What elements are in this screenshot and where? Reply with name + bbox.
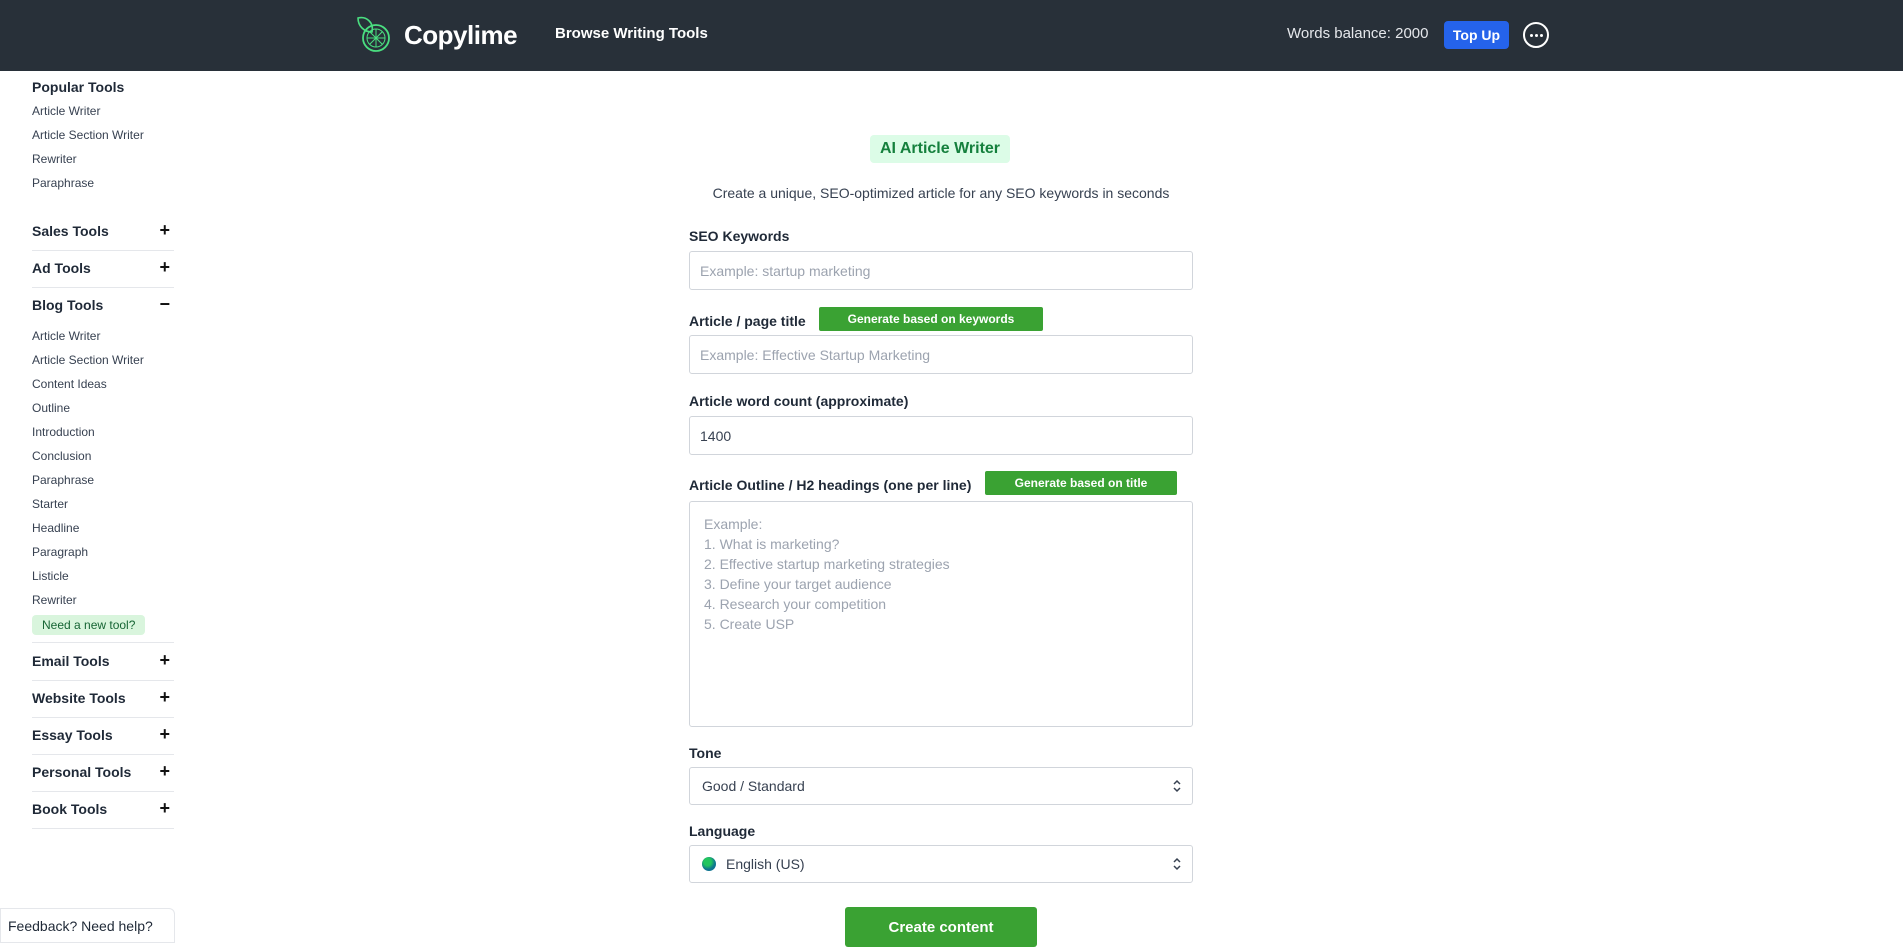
blog-item-paragraph[interactable]: Paragraph [32, 545, 88, 559]
article-title-label: Article / page title [689, 313, 806, 329]
blog-item-introduction[interactable]: Introduction [32, 425, 95, 439]
expand-icon[interactable]: + [159, 724, 170, 745]
top-up-button[interactable]: Top Up [1444, 21, 1509, 49]
category-email-tools[interactable]: Email Tools + [32, 644, 174, 681]
word-count-input[interactable] [689, 416, 1193, 455]
outline-textarea[interactable]: Example: 1. What is marketing? 2. Effect… [689, 501, 1193, 727]
expand-icon[interactable]: + [159, 257, 170, 278]
category-label[interactable]: Blog Tools [32, 297, 103, 313]
sidebar-item-paraphrase[interactable]: Paraphrase [32, 176, 94, 190]
blog-item-listicle[interactable]: Listicle [32, 569, 69, 583]
divider [32, 642, 174, 643]
logo-text: Copylime [404, 19, 518, 50]
category-label[interactable]: Book Tools [32, 801, 107, 817]
language-value: English (US) [726, 856, 805, 872]
expand-icon[interactable]: + [159, 650, 170, 671]
expand-icon[interactable]: + [159, 220, 170, 241]
category-ad-tools[interactable]: Ad Tools + [32, 251, 174, 288]
generate-based-on-title-button[interactable]: Generate based on title [985, 471, 1177, 495]
select-chevron-icon [1173, 857, 1181, 871]
blog-item-headline[interactable]: Headline [32, 521, 79, 535]
generate-based-on-keywords-button[interactable]: Generate based on keywords [819, 307, 1043, 331]
blog-item-conclusion[interactable]: Conclusion [32, 449, 91, 463]
category-essay-tools[interactable]: Essay Tools + [32, 718, 174, 755]
create-content-button[interactable]: Create content [845, 907, 1037, 947]
logo[interactable]: Copylime [352, 14, 518, 56]
blog-item-article-writer[interactable]: Article Writer [32, 329, 100, 343]
blog-item-rewriter[interactable]: Rewriter [32, 593, 77, 607]
category-book-tools[interactable]: Book Tools + [32, 792, 174, 829]
expand-icon[interactable]: + [159, 798, 170, 819]
feedback-help-button[interactable]: Feedback? Need help? [0, 908, 175, 943]
expand-icon[interactable]: + [159, 761, 170, 782]
browse-writing-tools-link[interactable]: Browse Writing Tools [555, 25, 708, 42]
more-options-icon[interactable] [1523, 22, 1549, 48]
collapse-icon[interactable]: − [159, 294, 170, 315]
blog-item-article-section-writer[interactable]: Article Section Writer [32, 353, 144, 367]
category-label[interactable]: Personal Tools [32, 764, 131, 780]
blog-item-outline[interactable]: Outline [32, 401, 70, 415]
words-balance: Words balance: 2000 [1287, 25, 1429, 42]
category-label[interactable]: Sales Tools [32, 223, 109, 239]
popular-tools-title: Popular Tools [32, 79, 125, 95]
outline-label: Article Outline / H2 headings (one per l… [689, 477, 972, 493]
expand-icon[interactable]: + [159, 687, 170, 708]
word-count-label: Article word count (approximate) [689, 393, 909, 409]
tone-value: Good / Standard [702, 778, 805, 794]
sidebar-item-rewriter[interactable]: Rewriter [32, 152, 77, 166]
tone-label: Tone [689, 745, 722, 761]
tool-subtitle: Create a unique, SEO-optimized article f… [712, 185, 1170, 201]
category-label[interactable]: Ad Tools [32, 260, 91, 276]
need-new-tool-link[interactable]: Need a new tool? [32, 615, 146, 635]
category-sales-tools[interactable]: Sales Tools + [32, 214, 174, 251]
category-label[interactable]: Website Tools [32, 690, 126, 706]
language-select[interactable]: English (US) [689, 845, 1193, 883]
top-navbar: Copylime Browse Writing Tools Words bala… [0, 0, 1903, 71]
sidebar-item-article-section-writer[interactable]: Article Section Writer [32, 128, 144, 142]
blog-item-content-ideas[interactable]: Content Ideas [32, 377, 107, 391]
category-website-tools[interactable]: Website Tools + [32, 681, 174, 718]
blog-item-starter[interactable]: Starter [32, 497, 68, 511]
blog-item-paraphrase[interactable]: Paraphrase [32, 473, 94, 487]
tool-title-badge: AI Article Writer [870, 135, 1011, 163]
category-personal-tools[interactable]: Personal Tools + [32, 755, 174, 792]
globe-icon [702, 857, 716, 871]
seo-keywords-label: SEO Keywords [689, 228, 790, 244]
sidebar-item-article-writer[interactable]: Article Writer [32, 104, 100, 118]
category-label[interactable]: Essay Tools [32, 727, 113, 743]
lime-logo-icon [357, 16, 390, 52]
category-blog-tools[interactable]: Blog Tools − [32, 288, 174, 324]
tone-select[interactable]: Good / Standard [689, 767, 1193, 805]
seo-keywords-input[interactable] [689, 251, 1193, 290]
category-label[interactable]: Email Tools [32, 653, 110, 669]
language-label: Language [689, 823, 756, 839]
article-title-input[interactable] [689, 335, 1193, 374]
select-chevron-icon [1173, 779, 1181, 793]
